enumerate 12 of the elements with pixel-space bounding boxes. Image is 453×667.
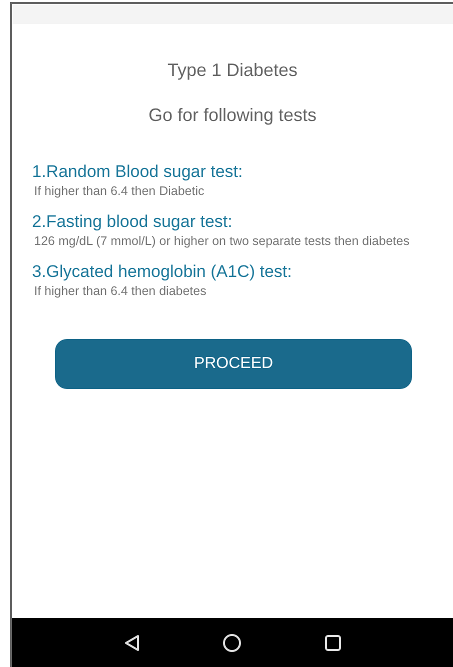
test-heading: 3.Glycated hemoglobin (A1C) test: (32, 262, 293, 282)
recents-icon[interactable] (324, 634, 342, 652)
test-description: If higher than 6.4 then diabetes (33, 284, 208, 299)
test-heading: 2.Fasting blood sugar test: (32, 212, 234, 232)
test-heading: 1.Random Blood sugar test: (32, 162, 244, 182)
proceed-button[interactable]: PROCEED (55, 339, 412, 389)
screen-title: Type 1 Diabetes (166, 60, 299, 81)
test-description: If higher than 6.4 then Diabetic (33, 184, 206, 199)
test-description: 126 mg/dL (7 mmol/L) or higher on two separate tests then diabetes (33, 234, 410, 249)
back-icon[interactable] (122, 634, 141, 652)
home-icon[interactable] (222, 632, 242, 652)
subtitle: Go for following tests (147, 105, 318, 126)
